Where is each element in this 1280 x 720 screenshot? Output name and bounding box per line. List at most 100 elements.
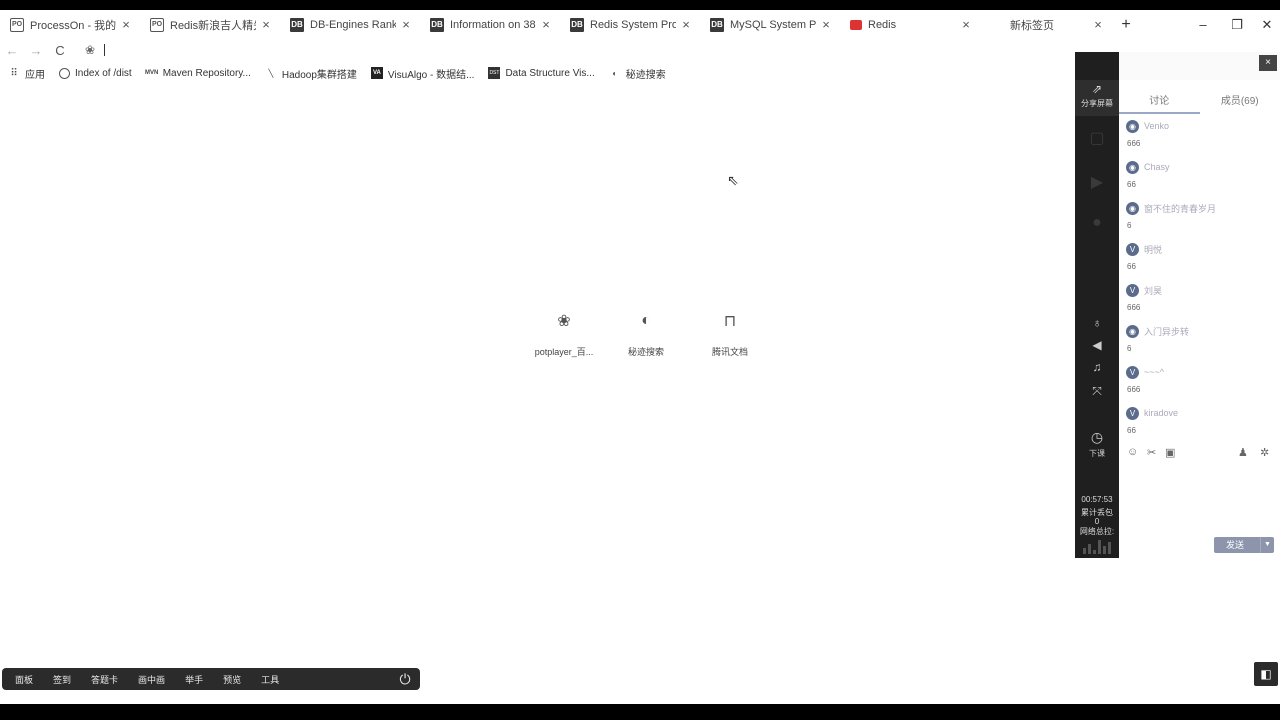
secret-search-icon: ◐ bbox=[641, 312, 651, 329]
tab-title: Redis System Propen bbox=[590, 18, 676, 31]
tab-db-engines-ranking[interactable]: DB DB-Engines Ranking × bbox=[280, 10, 420, 39]
close-icon[interactable]: × bbox=[540, 17, 552, 32]
avatar: V bbox=[1126, 242, 1139, 256]
video-icon[interactable]: ▶ bbox=[1075, 172, 1119, 192]
restore-button[interactable]: ❐ bbox=[1222, 10, 1252, 39]
scissors-icon[interactable]: ✂ bbox=[1147, 446, 1156, 459]
chat-message: V 刘昊 666 bbox=[1126, 281, 1276, 322]
emoji-icon[interactable]: ☺ bbox=[1127, 446, 1138, 458]
message-text: 6 bbox=[1127, 344, 1132, 353]
sender-name: ~~~^ bbox=[1144, 367, 1164, 377]
message-text: 66 bbox=[1127, 180, 1136, 189]
close-icon[interactable]: × bbox=[960, 17, 972, 32]
shortcut-label: 腾讯文档 bbox=[711, 347, 748, 357]
mouse-cursor-icon: ⇖ bbox=[727, 172, 739, 188]
apps-grid-icon: ⠿ bbox=[10, 67, 18, 79]
bookmark-index-dist[interactable]: Index of /dist bbox=[59, 67, 132, 79]
address-bar[interactable]: ❀ bbox=[80, 40, 1080, 60]
db-engines-icon: DB bbox=[290, 17, 304, 32]
image-icon[interactable]: ▣ bbox=[1165, 446, 1175, 459]
minimize-button[interactable]: – bbox=[1188, 10, 1218, 39]
tab-redis-article[interactable]: PO Redis新浪吉人精先来谈 × bbox=[140, 10, 280, 39]
forward-button[interactable]: → bbox=[24, 43, 48, 58]
bookmark-maven[interactable]: MVN Maven Repository... bbox=[145, 67, 251, 79]
processon-icon: PO bbox=[10, 17, 24, 32]
classroom-panel-header bbox=[1119, 52, 1280, 80]
text-caret bbox=[104, 44, 105, 56]
bookmark-apps[interactable]: ⠿ 应用 bbox=[8, 66, 45, 81]
shortcut-tencent-docs[interactable]: ⊓ 腾讯文档 bbox=[690, 306, 770, 358]
screen-bottom-border bbox=[0, 704, 1280, 720]
chevron-down-icon[interactable]: ▼ bbox=[1260, 537, 1274, 553]
sender-name: kiradove bbox=[1144, 408, 1179, 418]
window-close-button[interactable]: ✕ bbox=[1252, 10, 1280, 39]
end-class-label: 下课 bbox=[1089, 449, 1105, 458]
tab-title: MySQL System Prope bbox=[730, 18, 816, 31]
chat-message: ◉ 入门异步转 6 bbox=[1126, 322, 1276, 363]
close-icon[interactable]: × bbox=[120, 17, 132, 32]
tab-discussion[interactable]: 讨论 bbox=[1119, 92, 1200, 114]
tab-processon[interactable]: PO ProcessOn - 我的文件 × bbox=[0, 10, 140, 39]
message-text: 66 bbox=[1127, 262, 1136, 271]
bookmark-secret-search[interactable]: ◐ 秘迹搜索 bbox=[609, 66, 666, 81]
power-icon[interactable]: ⏻ bbox=[396, 670, 414, 688]
tab-new-tab[interactable]: 新标签页 × bbox=[980, 10, 1112, 39]
close-icon[interactable]: × bbox=[820, 17, 832, 32]
tab-members[interactable]: 成员(69) bbox=[1200, 92, 1280, 114]
end-class-button[interactable]: ◷ 下课 bbox=[1075, 429, 1119, 459]
dock-picture-in-picture[interactable]: 画中画 bbox=[138, 673, 165, 686]
network-graph bbox=[1083, 530, 1111, 554]
music-icon[interactable]: ♫ bbox=[1075, 360, 1119, 374]
data-structure-icon: DST bbox=[488, 67, 501, 79]
members-icon[interactable]: ♟ bbox=[1238, 446, 1248, 459]
close-icon[interactable]: × bbox=[400, 17, 412, 32]
tab-redis[interactable]: Redis × bbox=[840, 10, 980, 39]
chat-message: V ~~~^ 666 bbox=[1126, 363, 1276, 404]
bookmark-visualgo[interactable]: VA VisuAlgo - 数据结... bbox=[370, 66, 474, 81]
processon-icon: PO bbox=[150, 17, 164, 32]
dock-answer-card[interactable]: 答题卡 bbox=[91, 673, 118, 686]
tab-information[interactable]: DB Information on 386 s × bbox=[420, 10, 560, 39]
fullscreen-icon[interactable]: ⤧ bbox=[1075, 384, 1119, 399]
bookmark-label: 秘迹搜索 bbox=[625, 69, 666, 81]
back-button[interactable]: ← bbox=[0, 43, 24, 58]
dock-panel[interactable]: 面板 bbox=[15, 673, 33, 686]
shortcut-secret-search[interactable]: ◐ 秘迹搜索 bbox=[606, 306, 686, 358]
chat-message: ◉ Chasy 66 bbox=[1126, 158, 1276, 199]
bookmark-data-structure[interactable]: DST Data Structure Vis... bbox=[488, 67, 595, 79]
dock-checkin[interactable]: 签到 bbox=[53, 673, 71, 686]
whiteboard-icon[interactable]: ▢ bbox=[1075, 128, 1119, 148]
screen-top-border bbox=[0, 0, 1280, 10]
dock-raise-hand[interactable]: 举手 bbox=[185, 673, 203, 686]
dock-preview[interactable]: 预览 bbox=[223, 673, 241, 686]
search-engine-icon[interactable]: ❀ bbox=[80, 43, 100, 57]
shortcut-potplayer[interactable]: ❀ potplayer_百... bbox=[524, 306, 604, 358]
paw-icon: ❀ bbox=[557, 313, 571, 330]
tab-mysql-system[interactable]: DB MySQL System Prope × bbox=[700, 10, 840, 39]
db-engines-icon: DB bbox=[570, 17, 584, 32]
hadoop-icon: ╲ bbox=[268, 68, 274, 78]
sender-name: 窗不住的青春岁月 bbox=[1144, 203, 1217, 214]
reload-button[interactable]: C bbox=[48, 43, 72, 58]
avatar: ◉ bbox=[1126, 324, 1139, 338]
tab-redis-system[interactable]: DB Redis System Propen × bbox=[560, 10, 700, 39]
blank-favicon bbox=[990, 18, 1004, 32]
dock-tools[interactable]: 工具 bbox=[261, 673, 279, 686]
bookmark-label: Data Structure Vis... bbox=[505, 67, 595, 79]
close-icon[interactable]: × bbox=[680, 17, 692, 32]
message-text: 666 bbox=[1127, 303, 1141, 312]
tray-app-icon[interactable]: ◧ bbox=[1254, 662, 1278, 686]
send-button[interactable]: 发送 ▼ bbox=[1214, 537, 1274, 553]
close-icon[interactable]: × bbox=[1092, 17, 1104, 32]
new-tab-button[interactable]: + bbox=[1112, 16, 1140, 34]
share-screen-button[interactable]: ⇗ 分享屏幕 bbox=[1075, 80, 1119, 116]
settings-icon[interactable]: ✲ bbox=[1260, 446, 1269, 459]
microphone-icon[interactable]: ♁ bbox=[1075, 316, 1119, 330]
sender-name: 刘昊 bbox=[1144, 285, 1163, 296]
camera-icon[interactable]: ● bbox=[1075, 214, 1119, 232]
close-icon[interactable]: × bbox=[260, 17, 272, 32]
panel-close-button[interactable]: × bbox=[1259, 55, 1277, 71]
speaker-icon[interactable]: ◀ bbox=[1075, 338, 1119, 352]
chat-message: Vkiradove 66 bbox=[1126, 404, 1276, 445]
bookmark-hadoop[interactable]: ╲ Hadoop集群搭建 bbox=[265, 66, 356, 81]
